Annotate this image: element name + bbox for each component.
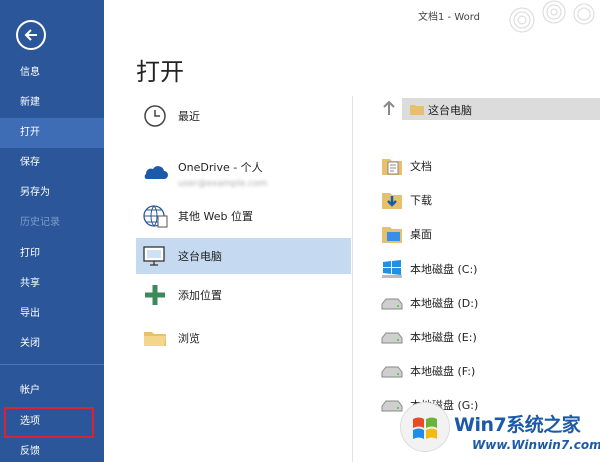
location-label: 最近 — [178, 110, 200, 123]
nav-new[interactable]: 新建 — [0, 88, 104, 118]
drive-d[interactable]: 本地磁盘 (D:) — [380, 288, 600, 316]
back-button[interactable] — [16, 20, 46, 50]
drive-label: 本地磁盘 (F:) — [410, 365, 476, 378]
windows-drive-icon — [382, 260, 402, 278]
drive-label: 本地磁盘 (E:) — [410, 331, 477, 344]
clock-icon — [144, 105, 166, 127]
drive-e[interactable]: 本地磁盘 (E:) — [380, 322, 600, 350]
drive-label: 本地磁盘 (C:) — [410, 263, 478, 276]
nav-save[interactable]: 保存 — [0, 148, 104, 178]
nav-info[interactable]: 信息 — [0, 58, 104, 88]
drive-f[interactable]: 本地磁盘 (F:) — [380, 356, 600, 384]
windows-logo-icon — [400, 402, 450, 452]
window-title: 文档1 - Word — [418, 12, 481, 23]
folder-label: 桌面 — [410, 228, 432, 241]
folder-label: 下载 — [410, 194, 432, 207]
nav-print[interactable]: 打印 — [0, 239, 104, 269]
backstage-sidebar: 信息 新建 打开 保存 另存为 历史记录 打印 共享 导出 关闭 帐户 选项 反… — [0, 0, 104, 462]
folder-label: 文档 — [410, 160, 432, 173]
location-recent[interactable]: 最近 — [136, 98, 351, 134]
folder-desktop[interactable]: 桌面 — [380, 219, 600, 247]
desktop-folder-icon — [382, 227, 402, 243]
nav-feedback[interactable]: 反馈 — [0, 437, 104, 462]
drive-label: 本地磁盘 (D:) — [410, 297, 479, 310]
watermark: Win7系统之家 Www.Winwin7.com — [400, 402, 600, 462]
arrow-left-icon — [24, 29, 37, 41]
path-bar[interactable]: 这台电脑 — [402, 98, 600, 120]
folder-icon — [410, 105, 424, 115]
account-email: user@example.com — [178, 179, 268, 189]
globe-icon — [143, 205, 168, 228]
page-title: 打开 — [136, 58, 184, 86]
nav-close[interactable]: 关闭 — [0, 329, 104, 359]
location-label: 这台电脑 — [178, 250, 222, 263]
documents-folder-icon — [382, 159, 402, 175]
nav-export[interactable]: 导出 — [0, 299, 104, 329]
location-browse[interactable]: 浏览 — [136, 320, 351, 356]
nav-open[interactable]: 打开 — [0, 118, 104, 148]
decorative-circles-icon — [509, 0, 595, 33]
location-onedrive[interactable]: OneDrive - 个人 user@example.com — [136, 155, 351, 191]
location-label: 浏览 — [178, 332, 200, 345]
drive-icon — [381, 366, 403, 378]
location-add[interactable]: 添加位置 — [136, 277, 351, 313]
nav-account[interactable]: 帐户 — [0, 376, 104, 406]
nav-save-as[interactable]: 另存为 — [0, 178, 104, 208]
folder-icon — [144, 332, 166, 346]
panel-divider — [352, 96, 353, 462]
arrow-up-icon[interactable] — [382, 100, 396, 116]
folder-documents[interactable]: 文档 — [380, 151, 600, 179]
location-this-pc[interactable]: 这台电脑 — [136, 238, 351, 274]
watermark-title: Win7系统之家 — [454, 414, 581, 436]
drive-c[interactable]: 本地磁盘 (C:) — [380, 254, 600, 282]
folder-downloads[interactable]: 下载 — [380, 185, 600, 213]
path-current: 这台电脑 — [428, 104, 472, 117]
location-label: OneDrive - 个人 — [178, 161, 263, 174]
nav-share[interactable]: 共享 — [0, 269, 104, 299]
sidebar-divider — [0, 364, 104, 365]
watermark-url: Www.Winwin7.com — [472, 438, 600, 452]
location-other-web[interactable]: 其他 Web 位置 — [136, 198, 351, 234]
plus-icon — [145, 285, 165, 305]
nav-history: 历史记录 — [20, 217, 60, 228]
downloads-folder-icon — [382, 193, 402, 209]
drive-icon — [381, 332, 403, 344]
cloud-icon — [144, 166, 168, 179]
drive-icon — [381, 298, 403, 310]
options-highlight-box — [4, 407, 94, 438]
location-label: 添加位置 — [178, 289, 222, 302]
computer-icon — [143, 246, 165, 266]
location-label: 其他 Web 位置 — [178, 210, 253, 223]
